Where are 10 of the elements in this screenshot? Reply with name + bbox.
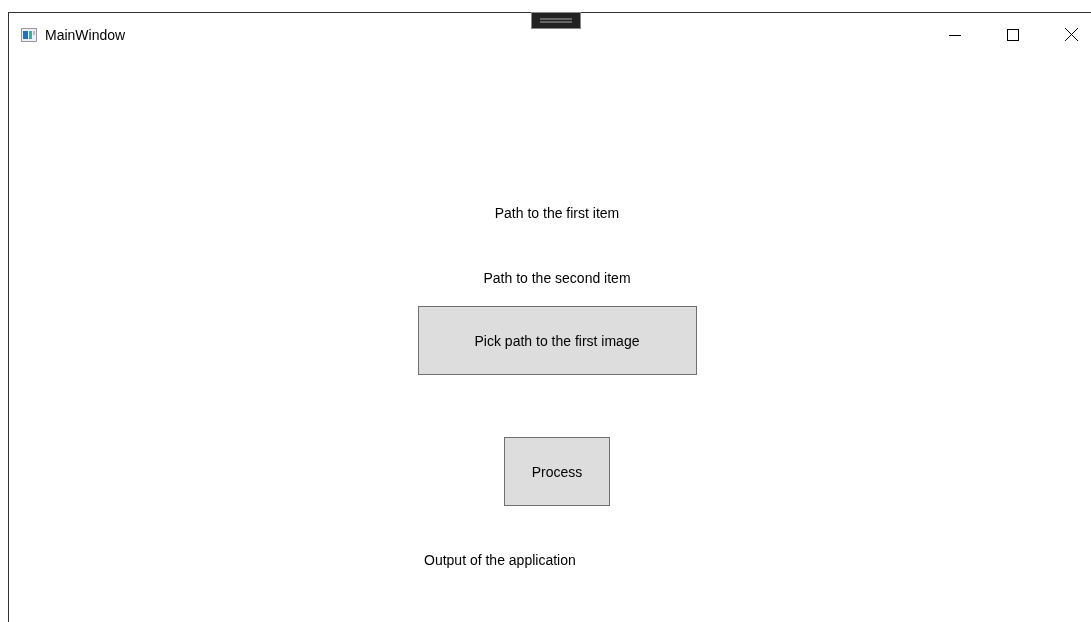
drag-handle[interactable] <box>531 12 581 29</box>
output-label: Output of the application <box>424 552 576 568</box>
pick-path-button[interactable]: Pick path to the first image <box>417 306 697 375</box>
path-label: Path to the second item <box>483 270 631 286</box>
maximize-icon[interactable] <box>1007 28 1019 41</box>
path-label: Path to the first item <box>494 205 620 221</box>
app-icon <box>21 27 37 42</box>
window-title: MainWindow <box>45 26 126 43</box>
process-button[interactable]: Process <box>504 437 610 506</box>
close-icon[interactable] <box>1064 28 1078 41</box>
